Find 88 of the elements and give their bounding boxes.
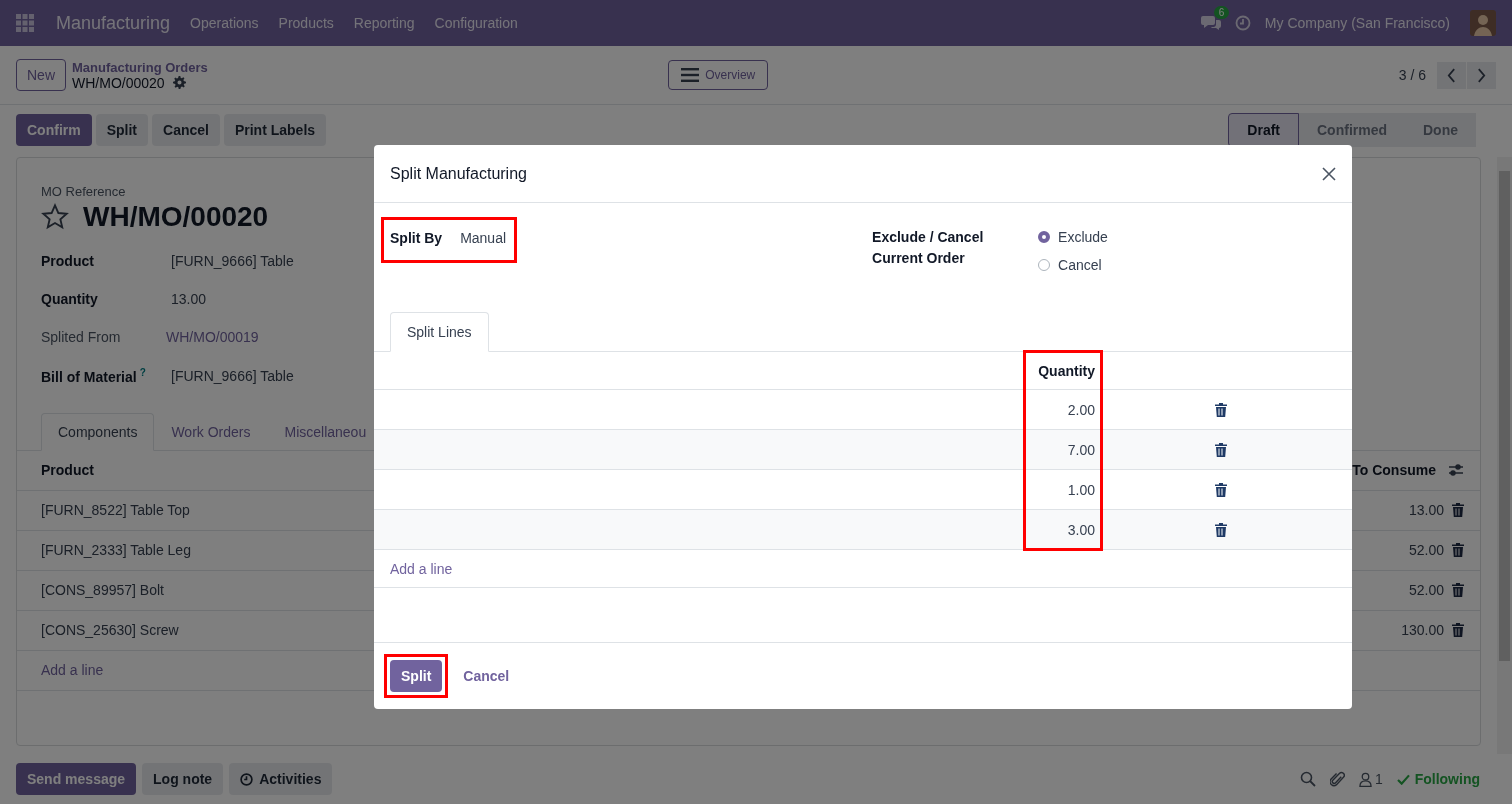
- action-button[interactable]: Confirm: [16, 114, 92, 146]
- new-button[interactable]: New: [16, 59, 66, 91]
- trash-icon[interactable]: [1452, 583, 1464, 598]
- gear-icon[interactable]: [172, 76, 186, 89]
- notebook-tab[interactable]: Work Orders: [154, 412, 268, 451]
- table-cell-text: 1.00: [1066, 481, 1095, 498]
- add-line-link[interactable]: Add a line: [390, 560, 453, 577]
- trash-icon[interactable]: [1452, 623, 1464, 638]
- menu-item[interactable]: Products: [278, 15, 334, 31]
- table-cell-text: 3.00: [1066, 521, 1095, 538]
- column-header: Quantity: [1037, 362, 1095, 379]
- scrollbar[interactable]: [1497, 157, 1512, 754]
- table-cell: [CONS_25630] Screw: [41, 622, 179, 639]
- table-cell-text: 7.00: [1066, 441, 1095, 458]
- field-label: MO Reference: [41, 184, 127, 199]
- column-header: Product: [41, 462, 94, 479]
- table-cell-text: 2.00: [1066, 401, 1095, 418]
- field-label: Bill of Material $^{?}$: [41, 367, 147, 385]
- table-cell: [CONS_89957] Bolt: [41, 582, 164, 599]
- followers-button[interactable]: 1: [1358, 771, 1383, 787]
- trash-icon[interactable]: [1215, 442, 1227, 457]
- menu-item[interactable]: Operations: [190, 15, 259, 31]
- field-value: [FURN_9666] Table: [171, 367, 294, 384]
- field-link[interactable]: WH/MO/00019: [166, 329, 259, 345]
- following-button[interactable]: Following: [1396, 771, 1480, 787]
- record-title: WH/MO/00020: [83, 201, 269, 233]
- next-button[interactable]: [1467, 61, 1496, 89]
- field-label: Quantity: [41, 291, 99, 307]
- table-cell: [FURN_2333] Table Leg: [41, 542, 191, 559]
- action-button[interactable]: Split: [95, 114, 148, 146]
- dialog-title: Split Manufacturing: [390, 164, 527, 183]
- menu-item[interactable]: Reporting: [353, 15, 415, 31]
- trash-icon[interactable]: [1215, 522, 1227, 537]
- notebook-tab[interactable]: Split Lines: [390, 312, 489, 352]
- column-header: To Consume: [1352, 462, 1436, 479]
- status-step[interactable]: Draft: [1228, 113, 1299, 147]
- close-icon[interactable]: [1322, 166, 1336, 181]
- clock-icon: [240, 772, 254, 786]
- table-cell: 13.00: [1408, 502, 1444, 519]
- pager-counter: 3 / 6: [1398, 67, 1426, 83]
- field-value[interactable]: Manual: [460, 230, 507, 246]
- field-label: Split By: [390, 230, 443, 246]
- field-value: [FURN_9666] Table: [171, 253, 294, 269]
- paperclip-icon[interactable]: [1329, 770, 1345, 788]
- status-step[interactable]: Confirmed: [1299, 113, 1405, 147]
- person-icon: [1358, 771, 1372, 787]
- trash-icon[interactable]: [1215, 402, 1227, 417]
- add-line-link[interactable]: Add a line: [41, 662, 104, 679]
- trash-icon[interactable]: [1452, 543, 1464, 558]
- trash-icon[interactable]: [1215, 482, 1227, 497]
- table-cell: [FURN_8522] Table Top: [41, 502, 190, 519]
- app-name[interactable]: Manufacturing: [56, 12, 171, 34]
- menu-icon: [681, 68, 700, 82]
- action-button[interactable]: Cancel: [152, 114, 220, 146]
- company-name[interactable]: My Company (San Francisco): [1264, 15, 1450, 31]
- trash-icon[interactable]: [1452, 503, 1464, 518]
- message-count-badge: 6: [1213, 6, 1230, 19]
- radio-option[interactable]: Exclude: [1038, 229, 1108, 245]
- chat-bubbles-icon[interactable]: [1200, 15, 1221, 31]
- overview-button[interactable]: Overview: [668, 60, 769, 90]
- field-label: Product: [41, 253, 95, 269]
- table-cell: 52.00: [1408, 582, 1444, 599]
- field-label: Splited From: [41, 329, 122, 345]
- chevron-right-icon: [1477, 67, 1486, 83]
- status-step[interactable]: Done: [1405, 113, 1476, 147]
- breadcrumb-link[interactable]: Manufacturing Orders: [72, 59, 208, 75]
- chatter-button[interactable]: Activities: [229, 763, 333, 795]
- previous-button[interactable]: [1437, 61, 1466, 89]
- star-icon[interactable]: [41, 203, 69, 231]
- sliders-icon[interactable]: [1448, 463, 1464, 478]
- check-icon: [1396, 773, 1410, 785]
- chatter-button[interactable]: Send message: [16, 763, 137, 795]
- cancel-button[interactable]: Cancel: [452, 660, 521, 692]
- user-avatar-icon[interactable]: [1470, 10, 1496, 36]
- field-label: Exclude / Cancel Current Order: [872, 228, 985, 268]
- menu-item[interactable]: Configuration: [434, 15, 518, 31]
- chevron-left-icon: [1447, 67, 1456, 83]
- split-button[interactable]: Split: [390, 660, 443, 692]
- chatter-button[interactable]: Log note: [142, 763, 224, 795]
- field-value: 13.00: [171, 291, 207, 307]
- notebook-tab[interactable]: Components: [41, 412, 155, 451]
- radio-option[interactable]: Cancel: [1038, 257, 1108, 273]
- search-icon[interactable]: [1299, 771, 1316, 787]
- table-cell: 52.00: [1408, 542, 1444, 559]
- action-button[interactable]: Print Labels: [223, 114, 327, 146]
- record-name: WH/MO/00020: [72, 74, 165, 91]
- clock-icon[interactable]: [1234, 15, 1251, 31]
- table-cell: 130.00: [1401, 622, 1444, 639]
